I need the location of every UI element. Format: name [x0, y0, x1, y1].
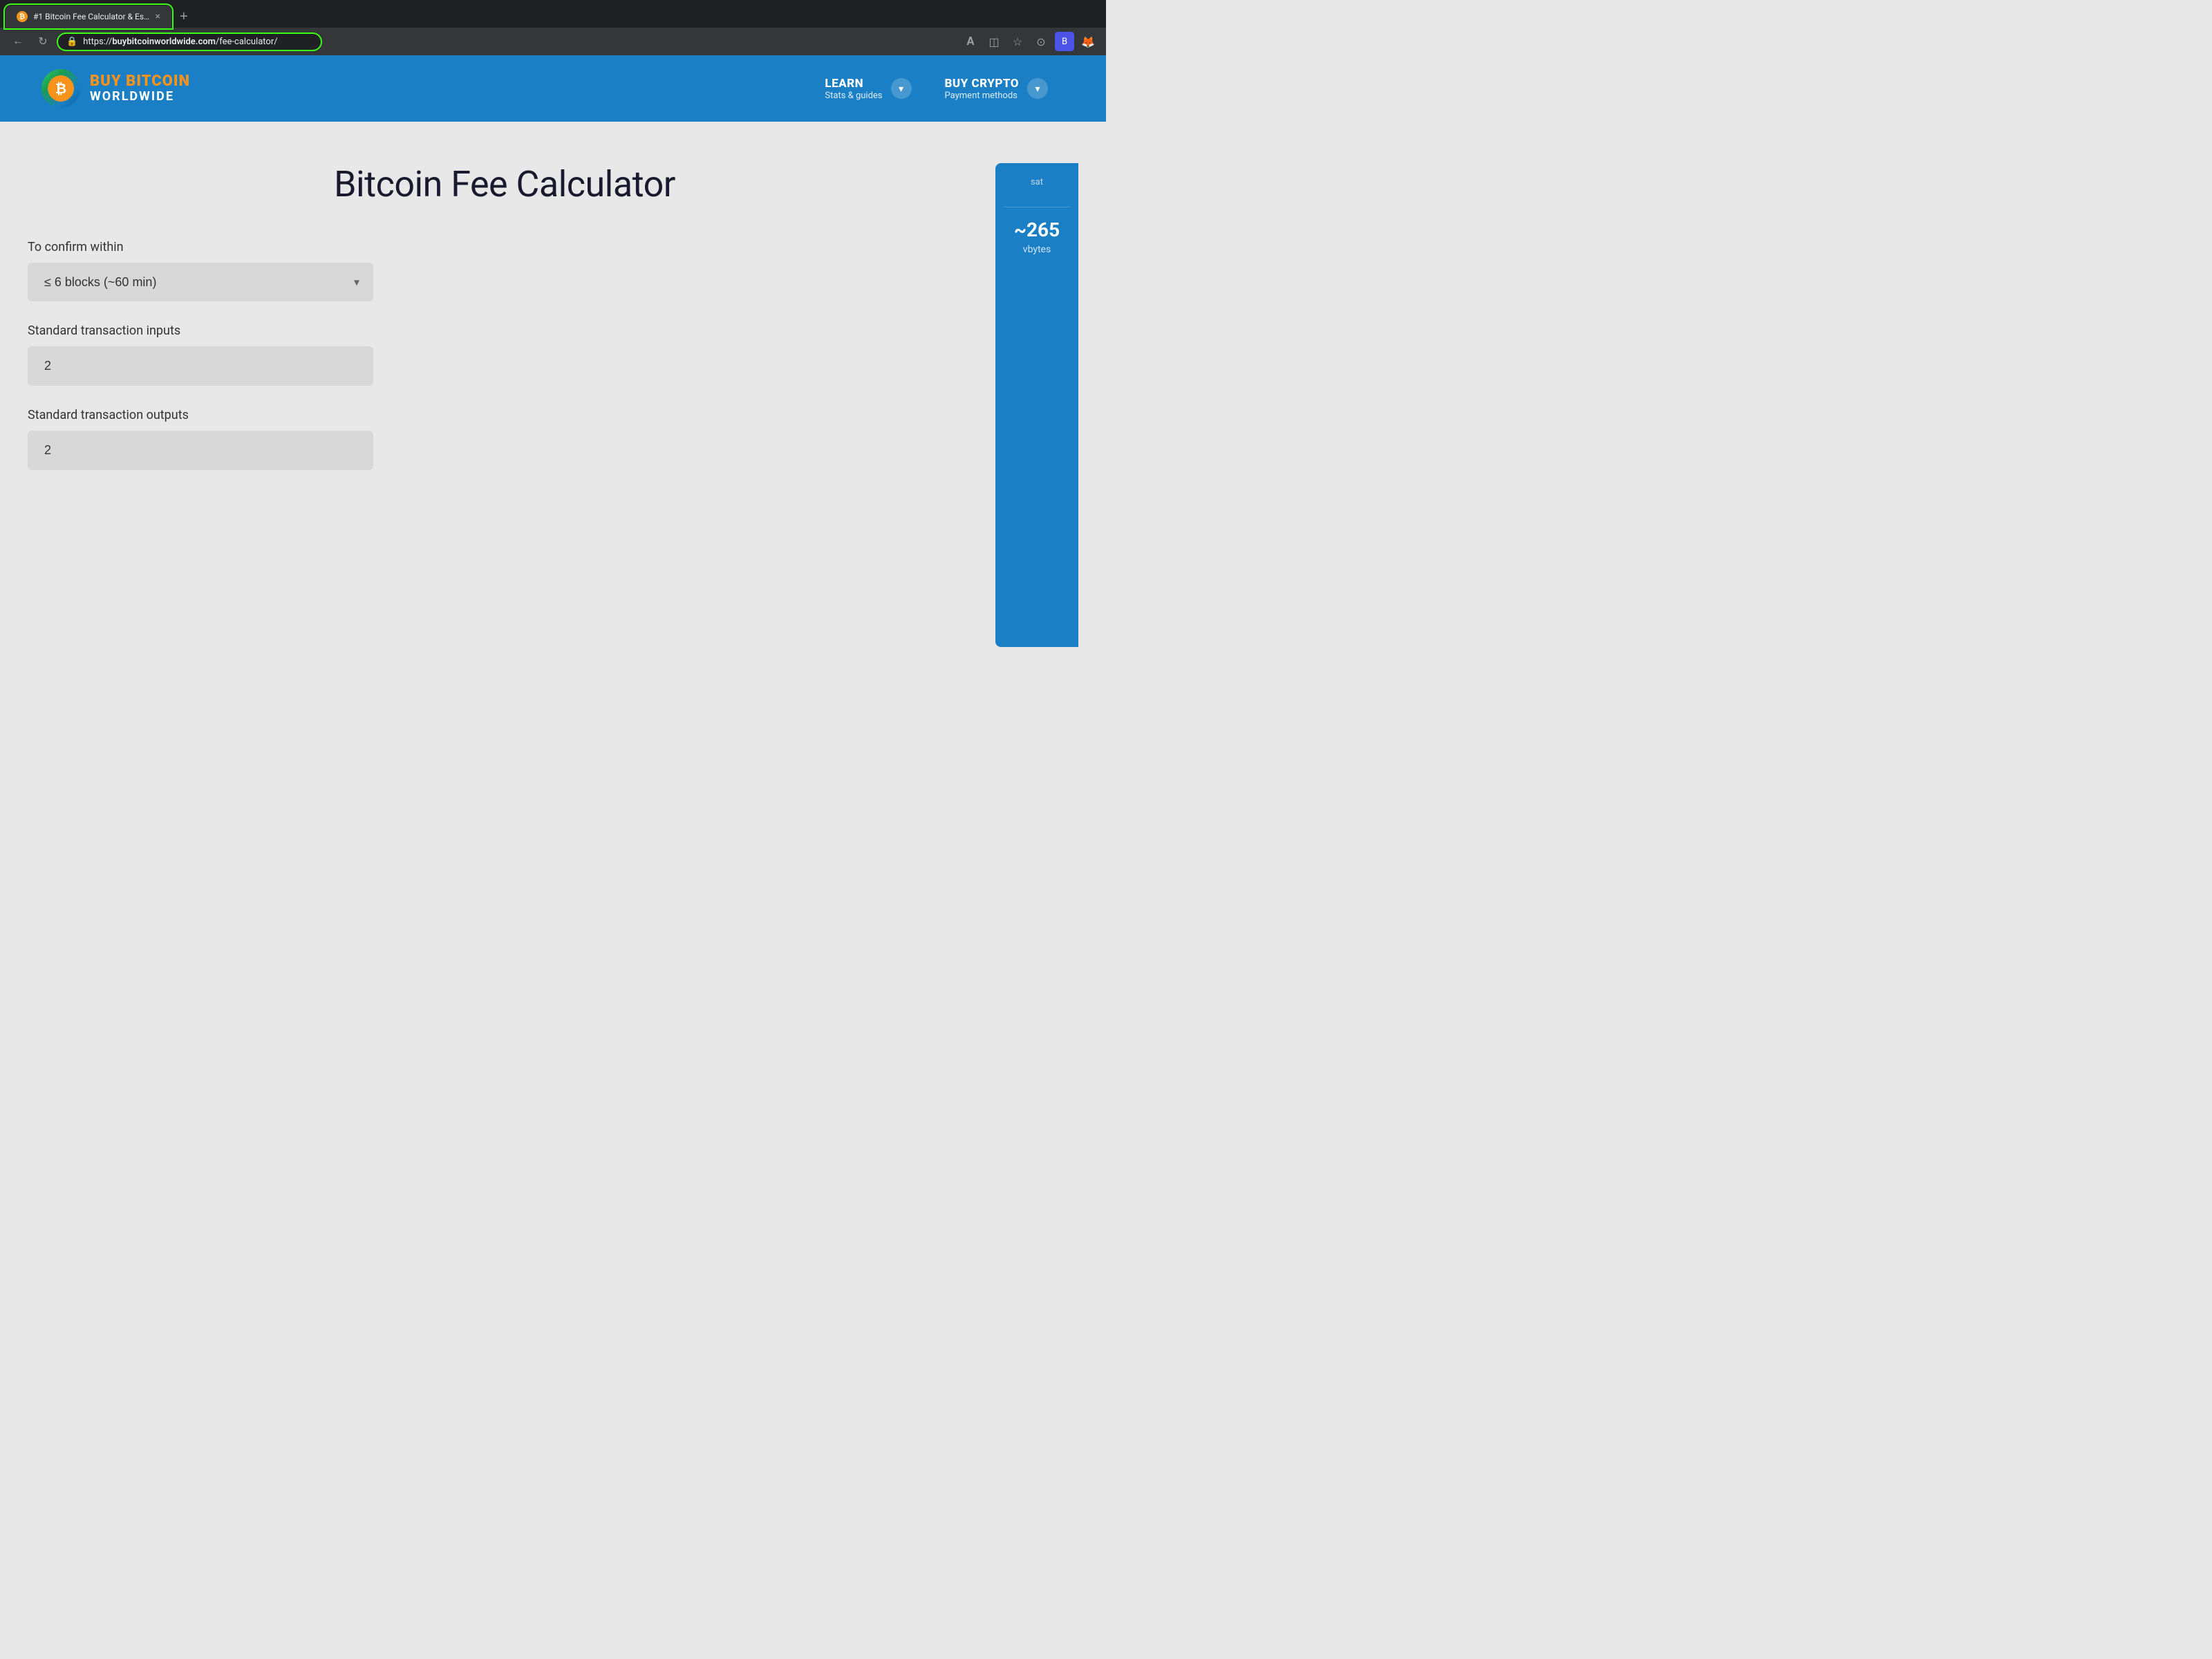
- buy-crypto-dropdown-button[interactable]: ▾: [1027, 78, 1048, 99]
- nav-learn-title: LEARN: [825, 77, 882, 91]
- nav-learn-subtitle: Stats & guides: [825, 91, 882, 101]
- content-main: Bitcoin Fee Calculator To confirm within…: [28, 163, 982, 647]
- nav-buy-crypto[interactable]: BUY CRYPTO Payment methods ▾: [928, 70, 1065, 108]
- tab-title: #1 Bitcoin Fee Calculator & Estin: [33, 12, 150, 21]
- reader-mode-icon[interactable]: 𝐀: [961, 32, 980, 51]
- inputs-label: Standard transaction inputs: [28, 324, 982, 338]
- browser-chrome: ₿ #1 Bitcoin Fee Calculator & Estin × + …: [0, 0, 1106, 55]
- extensions-icon[interactable]: ⊙: [1031, 32, 1051, 51]
- logo-buy-bitcoin: BUY BITCOIN: [90, 73, 190, 90]
- vbytes-value: ~265: [1014, 218, 1060, 241]
- tab-close-button[interactable]: ×: [156, 11, 160, 22]
- outputs-label: Standard transaction outputs: [28, 408, 982, 422]
- outputs-section: Standard transaction outputs: [28, 408, 982, 470]
- active-tab[interactable]: ₿ #1 Bitcoin Fee Calculator & Estin ×: [6, 6, 171, 28]
- inputs-field[interactable]: [28, 346, 373, 386]
- site-header: ₿ BUY BITCOIN WORLDWIDE LEARN Stats & gu…: [0, 55, 1106, 122]
- site-nav: LEARN Stats & guides ▾ BUY CRYPTO Paymen…: [808, 70, 1065, 108]
- side-panel: sat ~265 vbytes: [995, 163, 1078, 647]
- page-title: Bitcoin Fee Calculator: [28, 163, 982, 205]
- site-logo[interactable]: ₿ BUY BITCOIN WORLDWIDE: [41, 69, 190, 108]
- bookmark-icon[interactable]: ☆: [1008, 32, 1027, 51]
- metamask-fox-icon[interactable]: 🦊: [1078, 32, 1098, 51]
- confirm-within-section: To confirm within ≤ 1 block (~10 min) ≤ …: [28, 240, 982, 301]
- tab-favicon: ₿: [17, 11, 28, 22]
- toolbar-right: 𝐀 ◫ ☆ ⊙ B 🦊: [961, 32, 1098, 51]
- nav-learn-text: LEARN Stats & guides: [825, 77, 882, 101]
- url-display: https://buybitcoinworldwide.com/fee-calc…: [83, 37, 312, 47]
- immersive-reader-icon[interactable]: ◫: [984, 32, 1004, 51]
- refresh-button[interactable]: ↻: [33, 32, 53, 51]
- bitcoin-logo: ₿: [48, 75, 74, 102]
- back-button[interactable]: ←: [8, 32, 28, 51]
- learn-dropdown-button[interactable]: ▾: [891, 78, 912, 99]
- sat-label: sat: [1031, 177, 1043, 187]
- new-tab-button[interactable]: +: [171, 6, 196, 28]
- address-bar[interactable]: 🔒 https://buybitcoinworldwide.com/fee-ca…: [58, 34, 321, 50]
- brave-icon[interactable]: B: [1055, 32, 1074, 51]
- nav-buy-crypto-text: BUY CRYPTO Payment methods: [945, 77, 1019, 101]
- nav-learn[interactable]: LEARN Stats & guides ▾: [808, 70, 928, 108]
- confirm-within-label: To confirm within: [28, 240, 982, 254]
- lock-icon: 🔒: [66, 37, 77, 47]
- vbytes-unit: vbytes: [1023, 244, 1051, 255]
- nav-buy-crypto-subtitle: Payment methods: [945, 91, 1019, 101]
- logo-text: BUY BITCOIN WORLDWIDE: [90, 73, 190, 104]
- outputs-field[interactable]: [28, 431, 373, 470]
- inputs-section: Standard transaction inputs: [28, 324, 982, 386]
- site-content: Bitcoin Fee Calculator To confirm within…: [0, 122, 1106, 675]
- learn-chevron-icon: ▾: [899, 83, 903, 95]
- browser-toolbar: ← ↻ 🔒 https://buybitcoinworldwide.com/fe…: [0, 28, 1106, 55]
- logo-icon: ₿: [41, 69, 80, 108]
- confirm-within-wrapper: ≤ 1 block (~10 min) ≤ 3 blocks (~30 min)…: [28, 263, 373, 301]
- browser-tabs: ₿ #1 Bitcoin Fee Calculator & Estin × +: [0, 6, 1106, 28]
- confirm-within-select[interactable]: ≤ 1 block (~10 min) ≤ 3 blocks (~30 min)…: [28, 263, 373, 301]
- buy-crypto-chevron-icon: ▾: [1035, 83, 1040, 95]
- nav-buy-crypto-title: BUY CRYPTO: [945, 77, 1019, 91]
- logo-worldwide: WORLDWIDE: [90, 90, 190, 104]
